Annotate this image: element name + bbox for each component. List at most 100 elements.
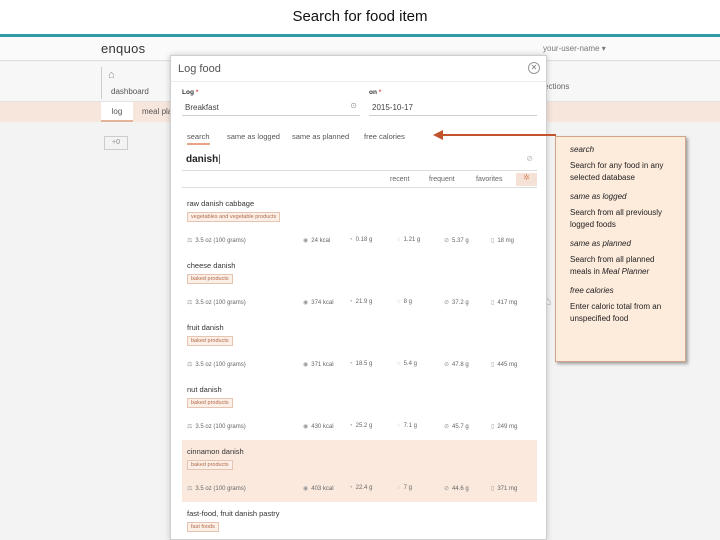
- fat: ◔ 0.18 g: [349, 237, 373, 243]
- leaf-icon: ⊘: [444, 362, 450, 368]
- filter-bar: recent frequent favorites ✲: [182, 173, 537, 188]
- sodium: ▯ 249 mg: [491, 424, 518, 430]
- dashboard-icon: ⌂: [108, 69, 115, 81]
- serving-size: ⚖ 3.5 oz (100 grams): [187, 238, 246, 244]
- protein-icon: ◌: [397, 299, 401, 305]
- carbs: ⊘ 5.37 g: [444, 238, 469, 244]
- salt-icon: ▯: [491, 424, 495, 430]
- settings-gear-icon[interactable]: ✲: [516, 173, 537, 186]
- log-food-modal: Log food ✕ Log * Breakfast ⊙ on * 2015-1…: [170, 55, 547, 540]
- serving-size: ⚖ 3.5 oz (100 grams): [187, 300, 246, 306]
- callout-planned-heading: same as planned: [570, 239, 631, 248]
- serving-size: ⚖ 3.5 oz (100 grams): [187, 362, 246, 368]
- filter-favorites[interactable]: favorites: [476, 176, 502, 183]
- callout-logged-text: Search from all previously logged foods: [570, 208, 663, 229]
- category-badge: baked products: [187, 460, 233, 470]
- drop-icon: ◔: [349, 237, 353, 243]
- date-field[interactable]: 2015-10-17: [369, 98, 537, 116]
- flame-icon: ◉: [303, 362, 309, 368]
- leaf-icon: ⊘: [444, 424, 450, 430]
- list-item[interactable]: raw danish cabbage vegetables and vegeta…: [182, 192, 537, 254]
- sodium: ▯ 18 mg: [491, 238, 514, 244]
- protein: ◌ 8 g: [397, 299, 412, 305]
- category-badge: baked products: [187, 398, 233, 408]
- filter-recent[interactable]: recent: [390, 176, 409, 183]
- food-name: nut danish: [187, 385, 222, 394]
- nav-dashboard-label: dashboard: [111, 87, 149, 96]
- salt-icon: ▯: [491, 238, 495, 244]
- callout-planned-text: Search from all planned meals in Meal Pl…: [570, 255, 655, 276]
- carbs: ⊘ 47.8 g: [444, 362, 469, 368]
- food-name: raw danish cabbage: [187, 199, 255, 208]
- protein: ◌ 5.4 g: [397, 361, 417, 367]
- callout-search-heading: search: [570, 145, 595, 154]
- protein: ◌ 1.21 g: [397, 237, 421, 243]
- calories: ◉ 430 kcal: [303, 424, 334, 430]
- flame-icon: ◉: [303, 424, 309, 430]
- calories: ◉ 371 kcal: [303, 362, 334, 368]
- calories: ◉ 403 kcal: [303, 486, 334, 492]
- protein-icon: ◌: [397, 361, 401, 367]
- carbs: ⊘ 44.6 g: [444, 486, 469, 492]
- date-value: 2015-10-17: [372, 103, 413, 112]
- user-menu[interactable]: your-user-name ▾: [543, 44, 606, 53]
- serving-size: ⚖ 3.5 oz (100 grams): [187, 424, 246, 430]
- tab-free-calories[interactable]: free calories: [364, 132, 405, 141]
- food-name: fruit danish: [187, 323, 224, 332]
- callout-search-text: Search for any food in any selected data…: [570, 161, 664, 182]
- divider: [171, 81, 546, 82]
- flame-icon: ◉: [303, 486, 309, 492]
- scale-icon: ⚖: [187, 362, 193, 368]
- add-entry-button[interactable]: +0: [104, 136, 128, 150]
- sodium: ▯ 371 mg: [491, 486, 518, 492]
- close-icon[interactable]: ✕: [528, 62, 540, 74]
- drop-icon: ◔: [349, 485, 353, 491]
- drop-icon: ◔: [349, 299, 353, 305]
- callout-free-heading: free calories: [570, 286, 614, 295]
- clock-icon: ⊙: [350, 101, 357, 110]
- log-label: Log *: [182, 89, 199, 96]
- carbs: ⊘ 37.2 g: [444, 300, 469, 306]
- drop-icon: ◔: [349, 423, 353, 429]
- food-name: cheese danish: [187, 261, 236, 270]
- scale-icon: ⚖: [187, 486, 193, 492]
- nav-dashboard[interactable]: ⌂ dashboard: [101, 67, 151, 99]
- tab-same-as-planned[interactable]: same as planned: [292, 132, 349, 141]
- salt-icon: ▯: [491, 486, 495, 492]
- list-item[interactable]: fast-food, fruit danish pastry fast food…: [182, 502, 537, 539]
- log-meal-value: Breakfast: [185, 103, 219, 112]
- tab-search[interactable]: search: [187, 132, 210, 145]
- category-badge: baked products: [187, 336, 233, 346]
- protein: ◌ 7.1 g: [397, 423, 417, 429]
- subtab-log[interactable]: log: [101, 102, 133, 122]
- fat: ◔ 22.4 g: [349, 485, 373, 491]
- protein-icon: ◌: [397, 485, 401, 491]
- list-item[interactable]: fruit danish baked products ⚖ 3.5 oz (100…: [182, 316, 537, 378]
- clear-search-icon[interactable]: ⊘: [526, 154, 533, 163]
- scale-icon: ⚖: [187, 300, 193, 306]
- on-label: on *: [369, 89, 382, 96]
- flame-icon: ◉: [303, 300, 309, 306]
- search-input[interactable]: danish| ⊘: [182, 151, 537, 171]
- tab-same-as-logged[interactable]: same as logged: [227, 132, 280, 141]
- sodium: ▯ 445 mg: [491, 362, 518, 368]
- fat: ◔ 25.2 g: [349, 423, 373, 429]
- carbs: ⊘ 45.7 g: [444, 424, 469, 430]
- list-item[interactable]: nut danish baked products ⚖ 3.5 oz (100 g…: [182, 378, 537, 440]
- callout-box: search Search for any food in any select…: [555, 136, 686, 362]
- callout-free-text: Enter caloric total from an unspecified …: [570, 302, 662, 323]
- scale-icon: ⚖: [187, 238, 193, 244]
- callout-arrow: [442, 134, 556, 136]
- food-name: cinnamon danish: [187, 447, 244, 456]
- app-logo[interactable]: enquos: [101, 41, 145, 56]
- filter-frequent[interactable]: frequent: [429, 176, 455, 183]
- leaf-icon: ⊘: [444, 300, 450, 306]
- drop-icon: ◔: [349, 361, 353, 367]
- salt-icon: ▯: [491, 300, 495, 306]
- food-name: fast-food, fruit danish pastry: [187, 509, 280, 518]
- list-item[interactable]: cheese danish baked products ⚖ 3.5 oz (10…: [182, 254, 537, 316]
- callout-logged-heading: same as logged: [570, 192, 627, 201]
- sodium: ▯ 417 mg: [491, 300, 518, 306]
- log-meal-select[interactable]: Breakfast ⊙: [182, 98, 360, 116]
- list-item-highlighted[interactable]: cinnamon danish baked products ⚖ 3.5 oz (…: [182, 440, 537, 502]
